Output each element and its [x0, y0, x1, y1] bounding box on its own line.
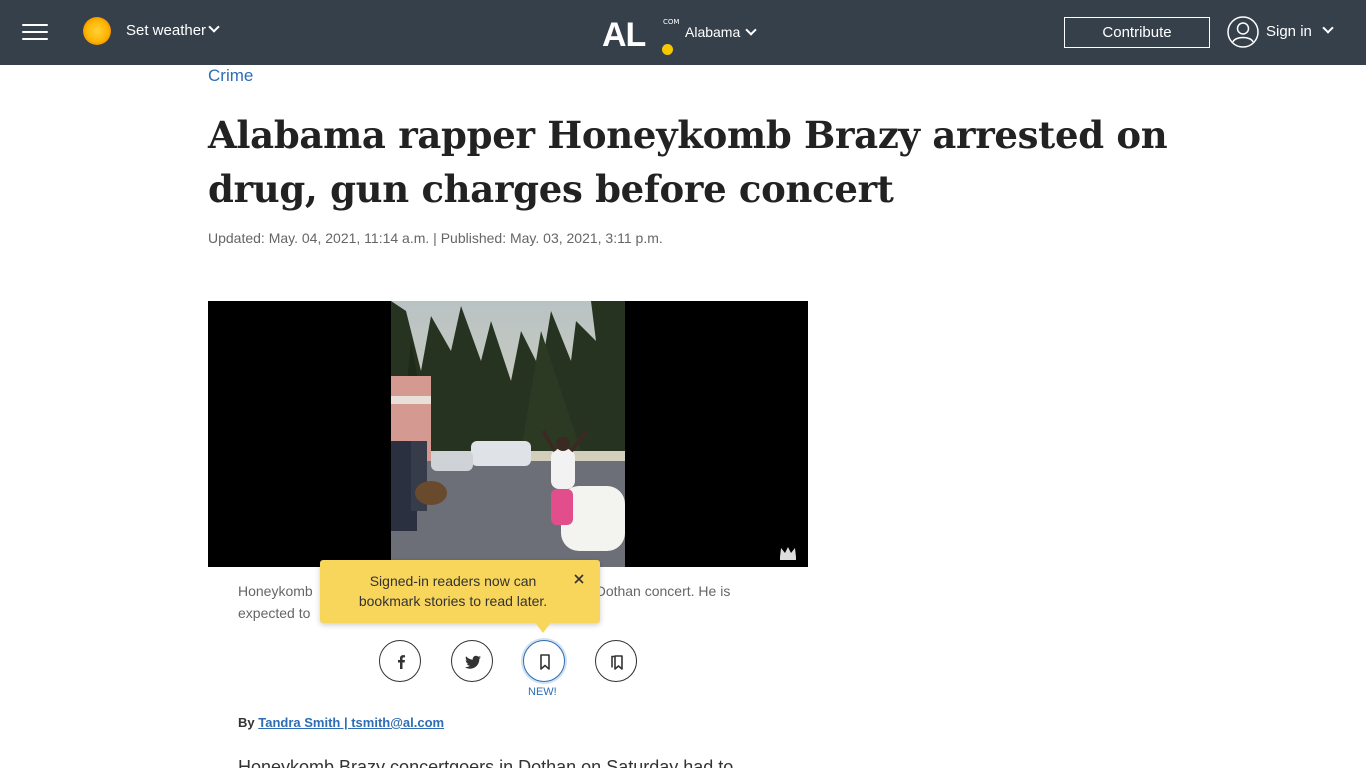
chevron-down-icon[interactable]	[1322, 22, 1334, 34]
twitter-icon	[465, 655, 481, 669]
logo-dot	[662, 44, 673, 55]
byline-prefix: By	[238, 715, 255, 730]
caption-text: expected to	[238, 605, 311, 621]
menu-icon[interactable]	[22, 24, 48, 42]
chevron-down-icon[interactable]	[745, 24, 757, 36]
facebook-share-button[interactable]	[379, 640, 421, 682]
facebook-icon	[398, 655, 405, 669]
sun-weather-icon[interactable]	[83, 17, 111, 45]
byline: By Tandra Smith | tsmith@al.com	[238, 715, 444, 730]
contribute-button[interactable]: Contribute	[1064, 17, 1210, 48]
top-navigation-bar: Set weather AL COM Alabama Contribute Si…	[0, 0, 1366, 65]
video-frame-image	[391, 301, 625, 567]
bookmark-button[interactable]	[523, 640, 565, 682]
caption-text: Honeykomb	[238, 583, 313, 599]
tooltip-arrow	[534, 621, 552, 633]
bookmark-tooltip: Signed-in readers now can bookmark stori…	[320, 560, 600, 633]
article-headline: Alabama rapper Honeykomb Brazy arrested …	[208, 113, 1168, 211]
tooltip-text: Signed-in readers now can bookmark stori…	[358, 573, 548, 609]
region-selector[interactable]: Alabama	[685, 24, 740, 40]
close-icon[interactable]	[572, 572, 586, 586]
saved-bookmarks-icon	[611, 655, 623, 670]
new-badge: NEW!	[528, 686, 557, 698]
section-link[interactable]: Crime	[208, 66, 253, 86]
logo-suffix: COM	[663, 18, 680, 26]
logo-text: AL	[602, 16, 646, 54]
chevron-down-icon[interactable]	[208, 21, 220, 33]
sign-in-button[interactable]: Sign in	[1266, 23, 1312, 40]
set-weather-button[interactable]: Set weather	[126, 22, 206, 39]
user-avatar-icon[interactable]	[1227, 16, 1259, 48]
caption-text: Dothan concert. He is	[595, 583, 731, 599]
crown-watermark-icon	[780, 547, 796, 560]
video-player[interactable]	[208, 301, 808, 567]
article-body-paragraph: Honeykomb Brazy concertgoers in Dothan o…	[238, 757, 734, 768]
author-link[interactable]: Tandra Smith | tsmith@al.com	[258, 715, 444, 730]
article-dateline: Updated: May. 04, 2021, 11:14 a.m. | Pub…	[208, 230, 663, 246]
bookmark-icon	[540, 654, 550, 670]
twitter-share-button[interactable]	[451, 640, 493, 682]
saved-bookmarks-button[interactable]	[595, 640, 637, 682]
